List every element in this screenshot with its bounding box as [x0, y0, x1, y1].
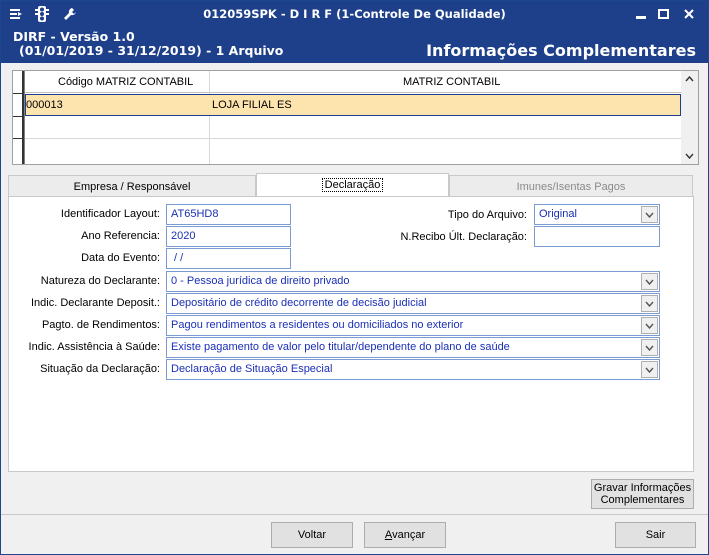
version-label: DIRF - Versão 1.0 — [13, 29, 135, 44]
cell-codigo: 000013 — [26, 99, 63, 111]
identificador-layout-field[interactable]: AT65HD8 — [166, 204, 291, 225]
voltar-button[interactable]: Voltar — [271, 522, 353, 548]
ano-referencia-field[interactable]: 2020 — [166, 226, 291, 247]
sair-button[interactable]: Sair — [615, 522, 696, 548]
pagto-value: Pagou rendimentos a residentes ou domici… — [171, 319, 464, 331]
tab-label: Empresa / Responsável — [73, 181, 191, 193]
gravar-label-line1: Gravar Informações — [593, 482, 692, 494]
minimize-button[interactable] — [630, 5, 652, 23]
chevron-down-icon[interactable] — [641, 295, 658, 312]
avancar-button[interactable]: Avançar — [364, 522, 446, 548]
tab-label: Declaração — [321, 178, 384, 192]
nrecibo-field[interactable] — [534, 226, 660, 247]
situacao-value: Declaração de Situação Especial — [171, 363, 333, 375]
indic-deposit-select[interactable]: Depositário de crédito decorrente de dec… — [166, 293, 660, 314]
chevron-down-icon[interactable] — [641, 361, 658, 378]
page-title: Informações Complementares — [426, 41, 696, 60]
row-divider — [25, 138, 681, 139]
scroll-up-icon[interactable] — [681, 71, 698, 87]
assistencia-label: Indic. Assistência à Saúde: — [28, 341, 160, 353]
data-evento-field[interactable]: / / — [166, 248, 291, 269]
pagto-label: Pagto. de Rendimentos: — [41, 319, 160, 331]
assistencia-value: Existe pagamento de valor pelo titular/d… — [171, 341, 510, 353]
gravar-informacoes-button[interactable]: Gravar Informações Complementares — [591, 479, 694, 509]
tab-declaracao[interactable]: Declaração — [256, 173, 449, 197]
header-band: DIRF - Versão 1.0 (01/01/2019 - 31/12/20… — [1, 27, 708, 63]
column-header-matriz[interactable]: MATRIZ CONTABIL — [403, 76, 500, 88]
indic-deposit-label: Indic. Declarante Deposit.: — [30, 297, 160, 309]
grid-scrollbar[interactable] — [681, 71, 698, 164]
column-header-codigo[interactable]: Código MATRIZ CONTABIL — [58, 76, 193, 88]
tipo-arquivo-select[interactable]: Original — [534, 204, 660, 225]
identificador-layout-label: Identificador Layout: — [60, 208, 160, 220]
grid-header: Código MATRIZ CONTABIL MATRIZ CONTABIL — [25, 71, 681, 93]
maximize-button[interactable] — [652, 5, 674, 23]
application-window: 012059SPK - D I R F (1-Controle De Quali… — [0, 0, 709, 555]
gravar-label-line2: Complementares — [600, 494, 685, 506]
nrecibo-label: N.Recibo Últ. Declaração: — [400, 231, 527, 243]
tab-imunes-isentas: Imunes/Isentas Pagos — [449, 175, 693, 197]
close-button[interactable] — [678, 5, 700, 23]
situacao-select[interactable]: Declaração de Situação Especial — [166, 359, 660, 380]
matriz-contabil-grid[interactable]: Código MATRIZ CONTABIL MATRIZ CONTABIL 0… — [12, 70, 699, 165]
indic-deposit-value: Depositário de crédito decorrente de dec… — [171, 297, 427, 309]
data-evento-label: Data do Evento: — [81, 252, 160, 264]
scroll-down-icon[interactable] — [681, 148, 698, 164]
window-title: 012059SPK - D I R F (1-Controle De Quali… — [203, 7, 506, 21]
situacao-label: Situação da Declaração: — [40, 363, 160, 375]
title-bar: 012059SPK - D I R F (1-Controle De Quali… — [1, 1, 708, 27]
column-divider — [209, 71, 210, 164]
table-row[interactable]: 000013 LOJA FILIAL ES — [25, 94, 681, 116]
avancar-label: vançar — [392, 529, 426, 541]
ano-referencia-label: Ano Referencia: — [81, 230, 160, 242]
tipo-arquivo-label: Tipo do Arquivo: — [447, 209, 527, 221]
row-indicator-column — [13, 71, 25, 164]
assistencia-select[interactable]: Existe pagamento de valor pelo titular/d… — [166, 337, 660, 358]
cell-matriz: LOJA FILIAL ES — [212, 99, 292, 111]
natureza-value: 0 - Pessoa jurídica de direito privado — [171, 275, 350, 287]
tab-empresa-responsavel[interactable]: Empresa / Responsável — [8, 175, 256, 197]
footer-separator — [1, 514, 708, 515]
natureza-select[interactable]: 0 - Pessoa jurídica de direito privado — [166, 271, 660, 292]
chevron-down-icon[interactable] — [641, 339, 658, 356]
natureza-label: Natureza do Declarante: — [40, 275, 160, 287]
chevron-down-icon[interactable] — [641, 317, 658, 334]
pagto-select[interactable]: Pagou rendimentos a residentes ou domici… — [166, 315, 660, 336]
period-label: (01/01/2019 - 31/12/2019) - 1 Arquivo — [19, 43, 284, 58]
avancar-accelerator: A — [384, 529, 393, 541]
chevron-down-icon[interactable] — [641, 273, 658, 290]
tipo-arquivo-value: Original — [539, 208, 577, 220]
tab-label: Imunes/Isentas Pagos — [516, 181, 626, 193]
chevron-down-icon[interactable] — [641, 206, 658, 223]
